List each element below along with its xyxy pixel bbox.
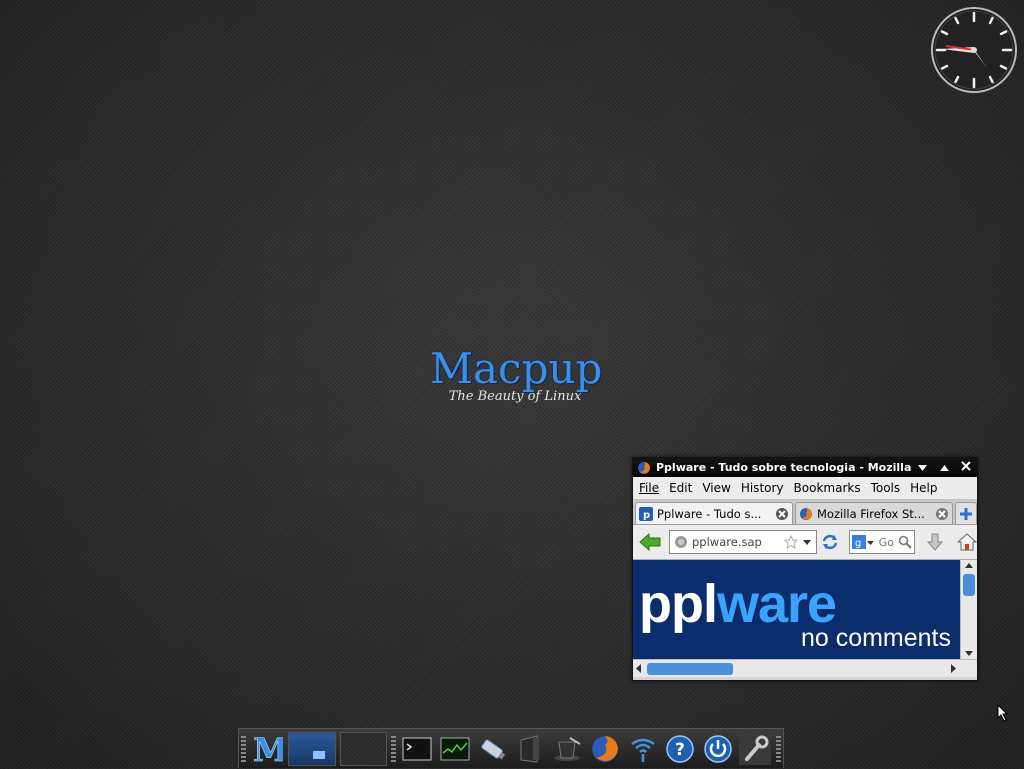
banner-tagline: no comments	[801, 624, 951, 652]
svg-text:g: g	[855, 538, 861, 549]
banner-brand-ppl: ppl	[639, 574, 717, 634]
menu-edit[interactable]: Edit	[669, 481, 692, 495]
globe-icon	[675, 536, 687, 548]
url-text: pplware.sap	[692, 535, 762, 549]
downloads-button[interactable]	[925, 532, 945, 552]
vertical-scrollbar[interactable]	[960, 560, 977, 659]
firefox-icon	[592, 735, 618, 762]
menu-tools[interactable]: Tools	[871, 481, 901, 495]
navigation-toolbar: pplware.sap g Go	[633, 525, 977, 560]
svg-text:p: p	[643, 510, 650, 521]
search-engine-selector[interactable]: g	[851, 535, 875, 549]
scrollbar-track	[636, 663, 956, 675]
system-monitor-launcher[interactable]	[439, 733, 471, 765]
menu-bookmarks[interactable]: Bookmarks	[794, 481, 861, 495]
shutdown-button[interactable]	[702, 733, 734, 765]
search-icon[interactable]	[898, 535, 912, 549]
system-monitor-icon	[440, 737, 470, 760]
search-bar[interactable]: g Go	[848, 530, 915, 554]
tab-pplware[interactable]: p Pplware - Tudo s...	[635, 502, 793, 524]
workspace-2[interactable]	[339, 731, 388, 766]
mouse-pointer-icon	[997, 704, 1009, 722]
back-button[interactable]	[639, 532, 661, 552]
reload-icon	[822, 534, 837, 550]
tab-mozilla-firefox[interactable]: Mozilla Firefox St...	[795, 502, 953, 524]
search-input[interactable]: Go	[879, 536, 898, 549]
macpup-menu-button[interactable]: M	[251, 733, 283, 765]
file-manager-icon	[520, 734, 539, 763]
pplware-logo: pplware no comments	[639, 574, 951, 652]
workspace-preview	[312, 750, 325, 759]
analog-clock-widget	[930, 6, 1018, 94]
wifi-icon	[630, 738, 655, 762]
terminal-icon	[402, 737, 432, 760]
pplware-banner[interactable]: pplware no comments	[633, 560, 960, 659]
power-icon	[703, 734, 732, 763]
taskbar-separator	[391, 735, 397, 762]
menu-bar: File Edit View History Bookmarks Tools H…	[633, 477, 977, 500]
home-icon	[957, 533, 977, 551]
window-titlebar[interactable]: Pplware - Tudo sobre tecnologia - Mozill…	[633, 458, 977, 477]
help-icon: ?	[666, 734, 694, 763]
usb-drive-icon	[481, 738, 506, 759]
dropdown-arrow-icon	[866, 540, 874, 545]
window-menu-button[interactable]	[911, 461, 933, 474]
maximize-button[interactable]	[933, 461, 955, 474]
tab-bar: p Pplware - Tudo s... Mozilla Firefox St…	[633, 500, 977, 525]
bookmark-star-icon[interactable]	[783, 535, 798, 549]
tab-label: Pplware - Tudo s...	[657, 506, 762, 521]
chevron-up-icon	[939, 465, 949, 471]
google-icon: g	[851, 535, 866, 549]
menu-file[interactable]: File	[639, 481, 659, 495]
firefox-icon	[638, 461, 650, 474]
network-launcher[interactable]	[627, 733, 659, 765]
workspace-1[interactable]	[287, 731, 336, 766]
plus-icon	[960, 507, 972, 520]
firefox-launcher[interactable]	[589, 733, 621, 765]
close-icon	[961, 461, 971, 471]
taskbar-grip-right[interactable]	[776, 735, 781, 762]
url-bar[interactable]: pplware.sap	[669, 530, 817, 554]
page-content[interactable]: pplware no comments	[633, 560, 977, 659]
new-tab-button[interactable]	[955, 502, 977, 524]
chevron-down-icon	[917, 465, 927, 471]
logo-title: Macpup	[430, 344, 603, 393]
settings-launcher[interactable]	[739, 732, 772, 765]
file-manager-launcher[interactable]	[514, 733, 546, 765]
download-arrow-icon	[926, 533, 944, 551]
drives-launcher[interactable]	[476, 733, 508, 765]
close-tab-icon[interactable]	[775, 507, 789, 521]
desktop-logo: Macpup The Beauty of Linux	[430, 344, 603, 405]
help-launcher[interactable]: ?	[664, 733, 696, 765]
horizontal-scrollbar[interactable]	[633, 659, 977, 677]
magic-hat-launcher[interactable]	[552, 733, 584, 765]
reload-button[interactable]	[821, 533, 839, 551]
logo-subtitle: The Beauty of Linux	[448, 389, 582, 404]
taskbar: M ?	[238, 728, 784, 768]
firefox-favicon-icon	[800, 507, 812, 520]
firefox-window[interactable]: Pplware - Tudo sobre tecnologia - Mozill…	[632, 457, 978, 681]
terminal-launcher[interactable]	[401, 733, 433, 765]
home-button[interactable]	[957, 532, 977, 552]
back-arrow-icon	[639, 532, 661, 552]
menu-history[interactable]: History	[741, 481, 784, 495]
magic-hat-icon	[554, 736, 581, 761]
menu-help[interactable]: Help	[910, 481, 937, 495]
svg-text:?: ?	[675, 740, 685, 760]
close-window-button[interactable]	[955, 461, 977, 474]
close-tab-icon[interactable]	[935, 507, 949, 521]
pplware-favicon-icon: p	[639, 506, 653, 521]
taskbar-grip-left[interactable]	[241, 735, 246, 762]
tab-label: Mozilla Firefox St...	[817, 506, 925, 521]
scrollbar-track	[963, 563, 975, 656]
dropdown-arrow-icon[interactable]	[801, 536, 813, 548]
macpup-menu-icon: M	[253, 733, 283, 765]
menu-view[interactable]: View	[702, 481, 730, 495]
window-title: Pplware - Tudo sobre tecnologia - Mozill…	[656, 461, 911, 474]
settings-wrench-icon	[745, 735, 769, 761]
svg-text:M: M	[253, 733, 283, 765]
